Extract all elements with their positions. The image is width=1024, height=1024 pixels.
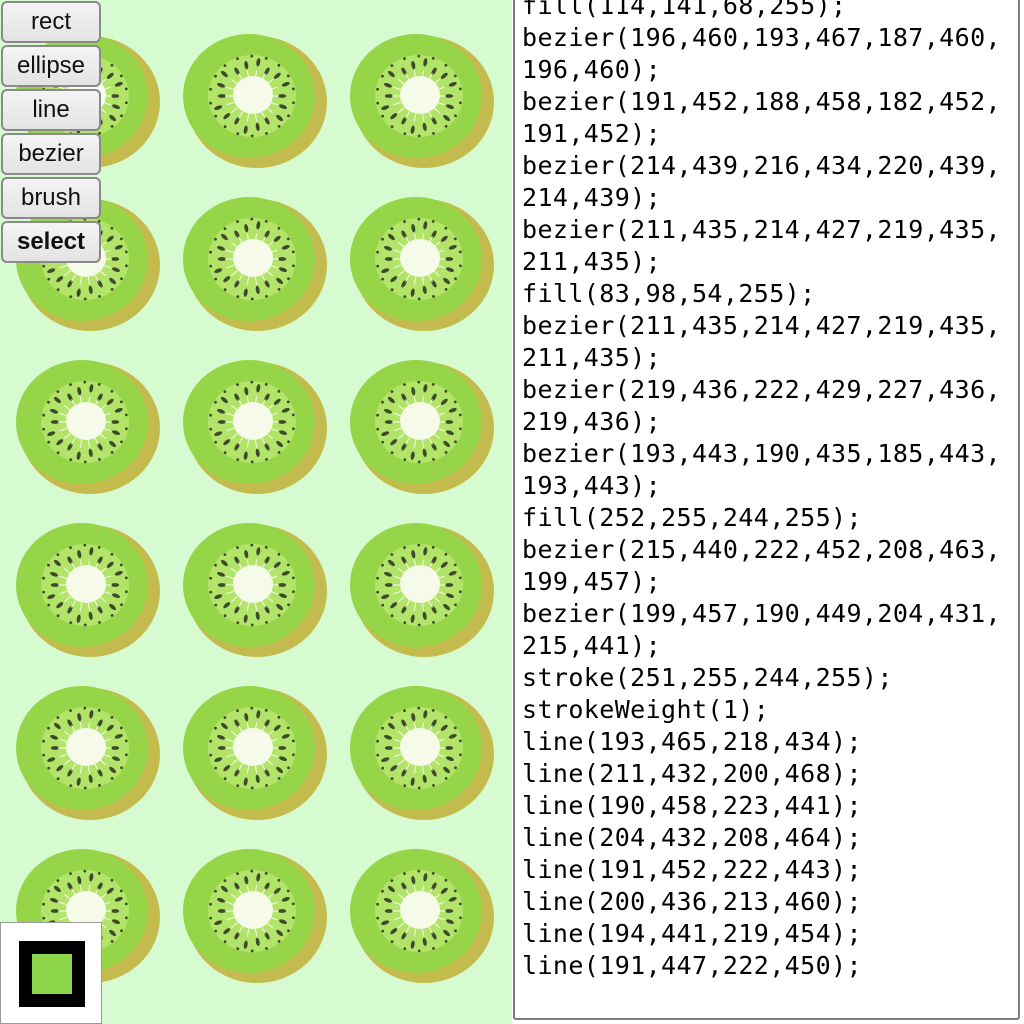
code-line: line(191,452,222,443); bbox=[522, 855, 862, 884]
tool-rect-button[interactable]: rect bbox=[1, 1, 101, 43]
kiwi-slice bbox=[344, 845, 494, 985]
code-line: line(190,458,223,441); bbox=[522, 791, 862, 820]
code-line: bezier(219,436,222,429,227,436, bbox=[522, 375, 1001, 404]
tool-line-button[interactable]: line bbox=[1, 89, 101, 131]
code-line: fill(252,255,244,255); bbox=[522, 503, 862, 532]
tool-brush-button[interactable]: brush bbox=[1, 177, 101, 219]
code-line: line(211,432,200,468); bbox=[522, 759, 862, 788]
kiwi-slice bbox=[344, 519, 494, 659]
color-swatch-border bbox=[19, 941, 85, 1007]
kiwi-slice bbox=[344, 30, 494, 170]
code-line: line(200,436,213,460); bbox=[522, 887, 862, 916]
code-line: 193,443); bbox=[522, 471, 662, 500]
code-line: line(204,432,208,464); bbox=[522, 823, 862, 852]
kiwi-slice bbox=[344, 193, 494, 333]
code-line: 199,457); bbox=[522, 567, 662, 596]
color-swatch[interactable] bbox=[0, 922, 102, 1024]
code-line: bezier(193,443,190,435,185,443, bbox=[522, 439, 1001, 468]
kiwi-slice bbox=[177, 30, 327, 170]
tool-select-button[interactable]: select bbox=[1, 221, 101, 263]
kiwi-slice bbox=[10, 356, 160, 496]
code-line: bezier(191,452,188,458,182,452, bbox=[522, 87, 1001, 116]
kiwi-slice bbox=[344, 682, 494, 822]
code-lines: fill(114,141,68,255); bezier(196,460,193,… bbox=[522, 0, 1001, 982]
tool-bezier-button[interactable]: bezier bbox=[1, 133, 101, 175]
kiwi-slice bbox=[177, 845, 327, 985]
code-line: fill(114,141,68,255); bbox=[522, 0, 847, 20]
code-line: line(191,447,222,450); bbox=[522, 951, 862, 980]
code-line: fill(83,98,54,255); bbox=[522, 279, 816, 308]
kiwi-slice bbox=[177, 193, 327, 333]
kiwi-slice bbox=[10, 519, 160, 659]
code-line: strokeWeight(1); bbox=[522, 695, 770, 724]
code-line: 196,460); bbox=[522, 55, 662, 84]
code-line: bezier(199,457,190,449,204,431, bbox=[522, 599, 1001, 628]
code-line: 211,435); bbox=[522, 247, 662, 276]
kiwi-slice bbox=[177, 682, 327, 822]
kiwi-slice bbox=[177, 356, 327, 496]
kiwi-slice bbox=[10, 682, 160, 822]
code-line: bezier(196,460,193,467,187,460, bbox=[522, 23, 1001, 52]
code-textarea[interactable]: fill(114,141,68,255); bezier(196,460,193,… bbox=[513, 0, 1020, 1020]
tool-ellipse-button[interactable]: ellipse bbox=[1, 45, 101, 87]
code-line: bezier(211,435,214,427,219,435, bbox=[522, 311, 1001, 340]
code-line: 191,452); bbox=[522, 119, 662, 148]
code-line: bezier(215,440,222,452,208,463, bbox=[522, 535, 1001, 564]
code-line: 214,439); bbox=[522, 183, 662, 212]
code-line: line(194,441,219,454); bbox=[522, 919, 862, 948]
current-color-fill bbox=[32, 954, 72, 994]
code-line: 215,441); bbox=[522, 631, 662, 660]
code-line: 211,435); bbox=[522, 343, 662, 372]
kiwi-slice bbox=[344, 356, 494, 496]
code-panel: fill(114,141,68,255); bezier(196,460,193,… bbox=[512, 0, 1024, 1024]
code-line: bezier(214,439,216,434,220,439, bbox=[522, 151, 1001, 180]
kiwi-slice bbox=[177, 519, 327, 659]
code-line: 219,436); bbox=[522, 407, 662, 436]
code-line: stroke(251,255,244,255); bbox=[522, 663, 893, 692]
code-line: bezier(211,435,214,427,219,435, bbox=[522, 215, 1001, 244]
code-line: line(193,465,218,434); bbox=[522, 727, 862, 756]
